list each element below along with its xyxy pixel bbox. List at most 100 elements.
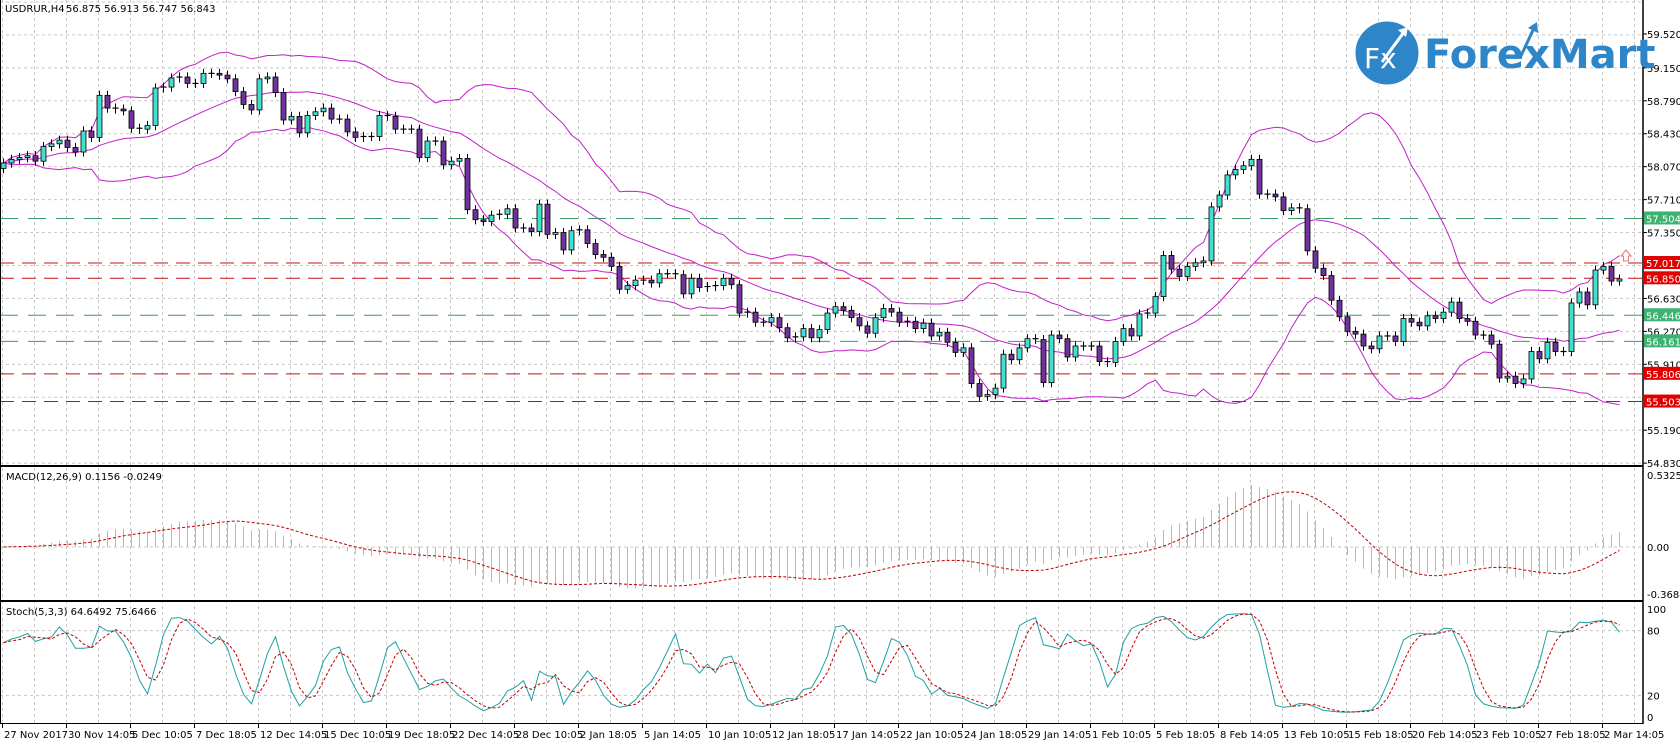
bear-candle xyxy=(864,325,871,334)
bull-candle xyxy=(24,155,31,158)
bull-candle xyxy=(256,78,263,111)
bull-candle xyxy=(832,306,839,314)
bear-candle xyxy=(1344,316,1351,332)
bull-candle xyxy=(1000,353,1007,389)
bull-candle xyxy=(632,279,639,287)
bull-candle xyxy=(568,230,575,251)
stoch-axis-label: 80 xyxy=(1647,627,1660,638)
bull-candle xyxy=(1184,266,1191,277)
bear-candle xyxy=(560,232,567,251)
bull-candle xyxy=(1424,315,1431,327)
time-label: 2 Mar 14:05 xyxy=(1604,730,1664,741)
stoch-main-line xyxy=(3,613,1620,713)
time-label: 12 Jan 18:05 xyxy=(772,730,835,741)
price-level-label: 57.504 xyxy=(1646,214,1680,225)
bull-candle xyxy=(376,115,383,137)
bull-candle xyxy=(1592,269,1599,306)
time-label: 2 Jan 18:05 xyxy=(580,730,637,741)
bear-candle xyxy=(392,115,399,130)
bull-candle xyxy=(1224,174,1231,196)
bull-candle xyxy=(448,160,455,166)
bull-candle xyxy=(80,130,87,153)
time-label: 12 Dec 14:05 xyxy=(260,730,327,741)
bear-candle xyxy=(240,91,247,105)
bull-candle xyxy=(1544,341,1551,360)
bull-candle xyxy=(1216,194,1223,208)
time-label: 22 Jan 10:05 xyxy=(900,730,963,741)
time-label: 30 Nov 14:05 xyxy=(68,730,135,741)
bull-candle xyxy=(552,232,559,235)
bull-candle xyxy=(304,115,311,134)
bear-candle xyxy=(1536,351,1543,360)
bull-candle xyxy=(1120,328,1127,342)
bear-candle xyxy=(648,279,655,284)
bear-candle xyxy=(1512,375,1519,384)
bull-candle xyxy=(1248,158,1255,167)
bear-candle xyxy=(776,317,783,329)
stoch-header: Stoch(5,3,3) 64.6492 75.6466 xyxy=(6,607,157,618)
time-label: 28 Dec 10:05 xyxy=(516,730,583,741)
bull-candle xyxy=(48,143,55,147)
time-label: 1 Feb 10:05 xyxy=(1092,730,1151,741)
time-label: 5 Jan 14:05 xyxy=(644,730,701,741)
time-label: 5 Dec 10:05 xyxy=(132,730,193,741)
time-label: 24 Jan 18:05 xyxy=(964,730,1027,741)
price-level-label: 55.503 xyxy=(1646,398,1680,409)
bear-candle xyxy=(64,139,71,148)
bull-candle xyxy=(504,208,511,215)
bull-candle xyxy=(1528,351,1535,380)
bull-candle xyxy=(200,72,207,84)
bull-candle xyxy=(1200,260,1207,264)
up-arrow-icon[interactable] xyxy=(1619,249,1633,262)
bear-candle xyxy=(528,227,535,233)
time-label: 5 Feb 18:05 xyxy=(1156,730,1215,741)
time-label: 19 Dec 18:05 xyxy=(388,730,455,741)
bear-candle xyxy=(1280,196,1287,211)
bull-candle xyxy=(1136,313,1143,337)
logo-text: ForexMart xyxy=(1424,32,1655,78)
bear-candle xyxy=(840,306,847,311)
bear-candle xyxy=(344,118,351,133)
bear-candle xyxy=(464,158,471,211)
bear-candle xyxy=(296,115,303,134)
bear-candle xyxy=(328,107,335,120)
bear-candle xyxy=(592,243,599,255)
bull-candle xyxy=(536,203,543,233)
time-label: 15 Feb 18:05 xyxy=(1348,730,1414,741)
bear-candle xyxy=(512,208,519,229)
bull-candle xyxy=(288,115,295,121)
stoch-axis-label: 20 xyxy=(1647,691,1660,702)
price-level-label: 56.850 xyxy=(1646,274,1680,285)
bull-candle xyxy=(96,94,103,138)
bear-candle xyxy=(184,76,191,84)
bear-candle xyxy=(1096,345,1103,362)
bear-candle xyxy=(1464,318,1471,322)
bear-candle xyxy=(1488,334,1495,345)
bear-candle xyxy=(480,219,487,222)
bear-candle xyxy=(1360,333,1367,347)
stoch-axis-label: 100 xyxy=(1647,605,1666,616)
bear-candle xyxy=(784,327,791,339)
bull-candle xyxy=(656,273,663,284)
bull-candle xyxy=(424,140,431,158)
time-label: 13 Feb 10:05 xyxy=(1284,730,1350,741)
bull-candle xyxy=(800,328,807,338)
stochastic-pane xyxy=(3,613,1620,713)
stoch-axis-label: 0 xyxy=(1647,713,1653,724)
bear-candle xyxy=(272,76,279,93)
bear-candle xyxy=(1496,343,1503,379)
trading-chart[interactable]: 59.52059.15058.79058.43058.07057.71057.3… xyxy=(0,0,1680,743)
bull-candle xyxy=(1192,262,1199,267)
bear-candle xyxy=(1456,301,1463,319)
bull-candle xyxy=(1288,207,1295,211)
bear-candle xyxy=(1368,345,1375,350)
bear-candle xyxy=(120,108,127,112)
bear-candle xyxy=(928,322,935,337)
bear-candle xyxy=(72,147,79,153)
bear-candle xyxy=(584,229,591,244)
bear-candle xyxy=(1056,334,1063,340)
bull-candle xyxy=(1568,302,1575,352)
bull-candle xyxy=(320,107,327,113)
bear-candle xyxy=(248,104,255,111)
macd-axis-label: -0.3684 xyxy=(1647,590,1680,601)
